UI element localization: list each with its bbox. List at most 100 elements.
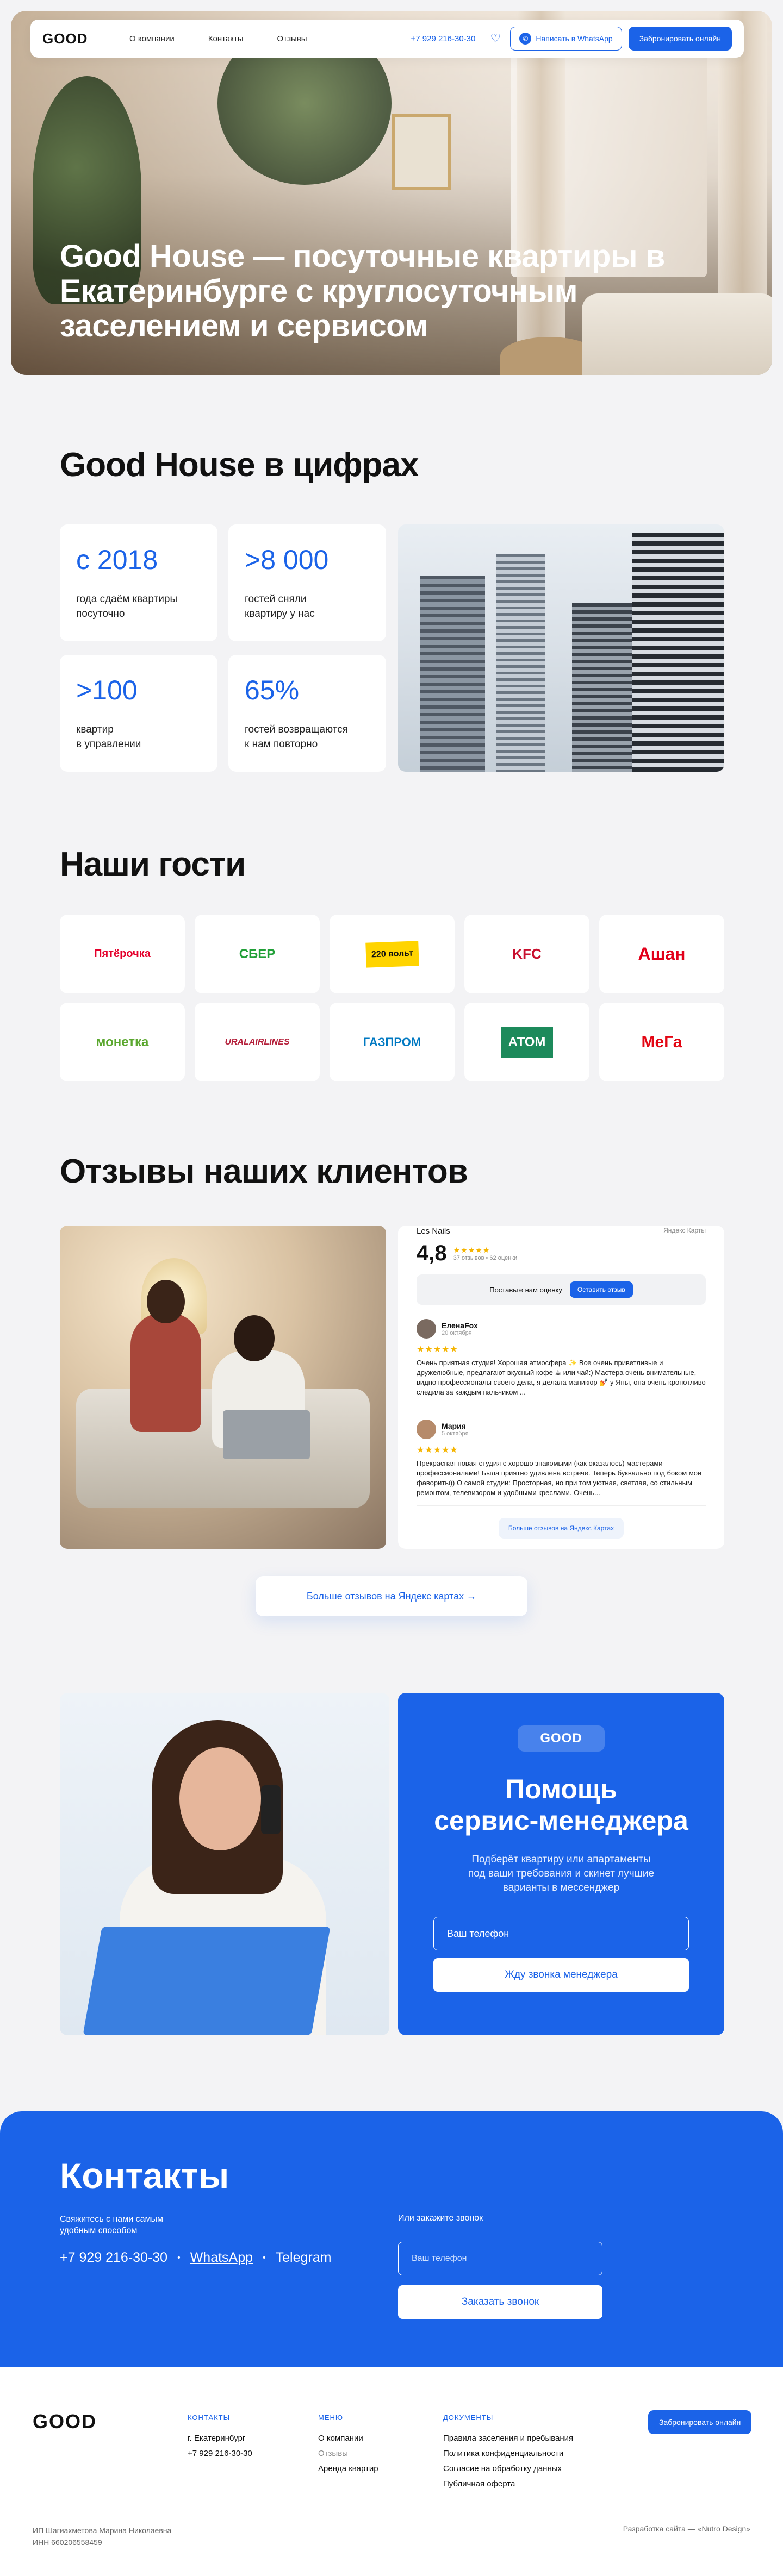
- card-logo: GOOD: [518, 1725, 605, 1752]
- photo-person-head: [147, 1280, 185, 1323]
- footer-link-privacy[interactable]: Политика конфиденциальности: [443, 2446, 573, 2461]
- client-logo-card: монетка: [60, 1003, 185, 1081]
- stat-card: >100 квартир в управлении: [60, 655, 217, 772]
- contact-whatsapp-link[interactable]: WhatsApp: [190, 2250, 253, 2266]
- client-logo-atom: АТОМ: [500, 1027, 554, 1058]
- footer-link-rent[interactable]: Аренда квартир: [318, 2461, 378, 2477]
- client-logo-card: Ашан: [599, 915, 724, 993]
- client-logo-card: URALAIRLINES: [195, 1003, 320, 1081]
- stat-text: квартир в управлении: [76, 724, 141, 750]
- nav-link-contacts[interactable]: Контакты: [208, 34, 244, 43]
- footer-link-about[interactable]: О компании: [318, 2431, 378, 2446]
- building-shape: [572, 603, 632, 772]
- manager-photo: [60, 1693, 389, 2035]
- contacts-title: Контакты: [60, 2155, 229, 2196]
- hero-banner: Good House — посуточные квартиры в Екате…: [11, 11, 772, 375]
- review-date: 20 октября: [442, 1330, 472, 1336]
- client-logo-gazprom: ГАЗПРОМ: [363, 1035, 421, 1049]
- widget-rate-bar: Поставьте нам оценку Оставить отзыв: [417, 1274, 706, 1305]
- separator-dot: •: [263, 2253, 266, 2262]
- leave-review-button[interactable]: Оставить отзыв: [569, 1281, 633, 1298]
- footer-heading: КОНТАКТЫ: [188, 2414, 231, 2422]
- client-logo-card: 220 вольт: [330, 915, 455, 993]
- footer-phone-link[interactable]: +7 929 216-30-30: [188, 2446, 252, 2461]
- page: Good House — посуточные квартиры в Екате…: [0, 0, 783, 2576]
- footer-legal: ИП Шагиахметова Марина Николаевна ИНН 66…: [33, 2526, 172, 2547]
- logo[interactable]: GOOD: [42, 30, 108, 47]
- book-online-button[interactable]: Забронировать онлайн: [628, 27, 732, 51]
- avatar: [417, 1319, 436, 1339]
- contact-phone-link[interactable]: +7 929 216-30-30: [60, 2250, 167, 2266]
- client-logo-card: KFC: [464, 915, 589, 993]
- widget-review-count: 37 отзывов • 62 оценки: [453, 1255, 518, 1261]
- footer-logo[interactable]: GOOD: [33, 2410, 97, 2433]
- review-stars-icon: ★★★★★: [417, 1446, 458, 1455]
- stat-text: года сдаём квартиры посуточно: [76, 593, 178, 620]
- client-logo-sber: СБЕР: [239, 946, 276, 961]
- footer-contacts: КОНТАКТЫ г. Екатеринбург +7 929 216-30-3…: [188, 2410, 252, 2461]
- stat-card: >8 000 гостей сняли квартиру у нас: [228, 524, 386, 641]
- manager-phone-input[interactable]: Ваш телефон: [433, 1917, 689, 1950]
- avatar: [417, 1420, 436, 1439]
- client-logo-card: МеГа: [599, 1003, 724, 1081]
- photo-folder: [83, 1927, 331, 2035]
- footer-developer-link[interactable]: Разработка сайта — «Nutro Design»: [623, 2524, 750, 2533]
- stat-number: 65%: [245, 675, 300, 705]
- request-call-button[interactable]: Жду звонка менеджера: [433, 1958, 689, 1992]
- widget-rating: 4,8: [417, 1241, 447, 1265]
- footer-book-online-button[interactable]: Забронировать онлайн: [648, 2410, 752, 2434]
- widget-more-reviews-link[interactable]: Больше отзывов на Яндекс Картах: [499, 1518, 624, 1539]
- footer-link-consent[interactable]: Согласие на обработку данных: [443, 2461, 573, 2477]
- footer-link-reviews[interactable]: Отзывы: [318, 2446, 378, 2461]
- widget-header: Les Nails Яндекс Карты: [417, 1227, 706, 1236]
- order-call-button[interactable]: Заказать звонок: [398, 2285, 602, 2319]
- stat-card: 65% гостей возвращаются к нам повторно: [228, 655, 386, 772]
- footer-link-offer[interactable]: Публичная оферта: [443, 2477, 573, 2492]
- more-reviews-button[interactable]: Больше отзывов на Яндекс картах →: [256, 1576, 527, 1616]
- contacts-section: Контакты Свяжитесь с нами самым удобным …: [0, 2111, 783, 2367]
- client-logo-220volt: 220 вольт: [365, 940, 419, 968]
- yandex-reviews-widget: Les Nails Яндекс Карты 4,8 ★★★★★ 37 отзы…: [398, 1226, 724, 1549]
- photo-person: [130, 1312, 201, 1432]
- contacts-phone-input[interactable]: Ваш телефон: [398, 2242, 602, 2275]
- review-author: ЕленаFox 20 октября: [417, 1319, 706, 1339]
- guests-title: Наши гости: [60, 846, 246, 883]
- footer: GOOD КОНТАКТЫ г. Екатеринбург +7 929 216…: [0, 2367, 783, 2576]
- top-navbar: GOOD О компании Контакты Отзывы +7 929 2…: [30, 20, 744, 58]
- heart-icon[interactable]: ♡: [487, 30, 504, 47]
- widget-rating-row: 4,8 ★★★★★ 37 отзывов • 62 оценки: [417, 1241, 706, 1266]
- whatsapp-button[interactable]: ✆ Написать в WhatsApp: [510, 27, 622, 51]
- widget-brand[interactable]: Яндекс Карты: [663, 1227, 706, 1236]
- client-logo-auchan: Ашан: [638, 944, 686, 964]
- contact-links: +7 929 216-30-30 • WhatsApp • Telegram: [60, 2250, 331, 2266]
- client-logo-monetka: монетка: [96, 1034, 149, 1049]
- footer-menu: МЕНЮ О компании Отзывы Аренда квартир: [318, 2410, 378, 2477]
- client-logo-uralairlines: URALAIRLINES: [225, 1037, 290, 1047]
- review-text: Очень приятная студия! Хорошая атмосфера…: [417, 1359, 706, 1396]
- footer-city: г. Екатеринбург: [188, 2434, 246, 2443]
- reviews-title: Отзывы наших клиентов: [60, 1153, 468, 1190]
- stat-number: >100: [76, 675, 138, 705]
- nav-phone-link[interactable]: +7 929 216-30-30: [411, 34, 476, 43]
- hero-picture-frame: [391, 114, 451, 190]
- review-item: Мария 5 октября ★★★★★ Прекрасная новая с…: [417, 1420, 706, 1506]
- review-stars-icon: ★★★★★: [417, 1345, 458, 1354]
- review-item: ЕленаFox 20 октября ★★★★★ Очень приятная…: [417, 1319, 706, 1405]
- footer-link-rules[interactable]: Правила заселения и пребывания: [443, 2431, 573, 2446]
- nav-link-about[interactable]: О компании: [129, 34, 175, 43]
- stat-text: гостей возвращаются к нам повторно: [245, 724, 349, 750]
- client-logo-kfc: KFC: [512, 946, 542, 962]
- manager-title: Помощь сервис-менеджера: [434, 1774, 688, 1836]
- review-author-name: Мария: [442, 1422, 466, 1430]
- footer-documents: ДОКУМЕНТЫ Правила заселения и пребывания…: [443, 2410, 573, 2492]
- building-photo: [398, 524, 724, 772]
- building-shape: [496, 554, 545, 772]
- stat-card: с 2018 года сдаём квартиры посуточно: [60, 524, 217, 641]
- review-text: Прекрасная новая студия с хорошо знакомы…: [417, 1459, 702, 1497]
- nav-link-reviews[interactable]: Отзывы: [277, 34, 307, 43]
- contacts-label: Свяжитесь с нами самым удобным способом: [60, 2215, 163, 2235]
- stat-number: с 2018: [76, 545, 158, 575]
- review-author-meta: Мария 5 октября: [442, 1422, 468, 1437]
- widget-business-name: Les Nails: [417, 1227, 450, 1236]
- contact-telegram-link[interactable]: Telegram: [276, 2250, 332, 2266]
